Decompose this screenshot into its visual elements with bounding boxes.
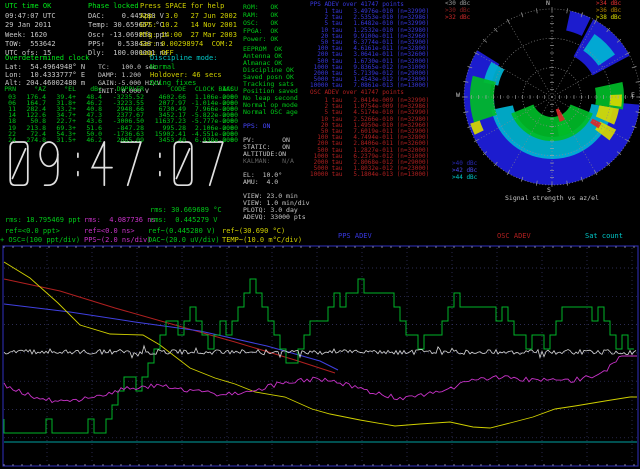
osc-adev-title: OSC ADEV over 41747 points — [310, 90, 404, 96]
ref-pps: ref=<0.0 ns> — [84, 228, 135, 235]
pps-adev-trace — [4, 304, 338, 370]
self-test-status: ROM: OK — [243, 4, 278, 11]
position-line: Lat: 54.4964948° N — [5, 64, 85, 71]
time-line: Week: 1620 — [5, 32, 47, 39]
sat-row-cell: 46.2 — [80, 137, 102, 144]
version-line: App: 3.0 27 Jun 2002 — [140, 13, 237, 20]
pps-trace — [4, 356, 637, 402]
discipline-line: Holdover: 46 secs — [150, 72, 222, 79]
scale-temp: TEMP~(10.0 m°C/div) — [222, 237, 302, 244]
version-line: Ser: 0.00298974 COM:2 — [140, 41, 233, 48]
scale-pps: PPS~(2.0 ns/div) — [84, 237, 151, 244]
time-line: 29 Jan 2011 — [5, 22, 51, 29]
rms-pps: rms: 4.087736 ns — [84, 217, 156, 224]
ring-tick — [483, 39, 487, 42]
osc-adev-row: 10000 tau 5.1804e-013 (n=13000) — [310, 172, 429, 178]
sat-col-header: ACCU — [218, 86, 238, 93]
time-line: TOW: 553642 — [5, 41, 56, 48]
pps-adev-row: 10000 tau 7.0861e-013 (n=13000) — [310, 83, 429, 89]
sat-row-cell: 3453.40 — [148, 137, 186, 144]
signal-blob — [609, 95, 622, 107]
dbc-legend: >44 dBc — [452, 175, 477, 181]
sat-col-header: DOPPLER — [104, 86, 144, 93]
ref-osc: ref=<0.0 ppt> — [5, 228, 60, 235]
ref-dac: ref~(0.445280 V) — [148, 228, 215, 235]
clock-digit — [203, 142, 223, 185]
self-test-status: Power: OK — [243, 36, 278, 43]
ring-tick — [507, 19, 510, 23]
clock-digit — [92, 142, 112, 185]
dbc-legend: >32 dBc — [445, 15, 470, 21]
sat-row-cell: 31.5+ — [50, 137, 76, 144]
compass-north: N — [546, 0, 550, 7]
clock-digit — [121, 142, 141, 185]
version-line: Mfg: 14:00 27 Mar 2003 — [140, 32, 237, 39]
loop-param: DAMP: 1.200 — [98, 72, 141, 79]
signal-blob — [470, 76, 497, 123]
compass-east: E — [631, 92, 635, 99]
sat-col-header: °EL — [50, 86, 76, 93]
time-line: 09:47:07 UTC — [5, 13, 56, 20]
history-plot[interactable] — [0, 244, 640, 469]
dbc-legend: >38 dBc — [596, 15, 621, 21]
ring-tick — [536, 8, 537, 13]
sat-row-cell: 274.8 — [18, 137, 46, 144]
ref-temp: ref~(30.690 °C) — [222, 228, 285, 235]
version-line: GPS: 10.2 14 Nov 2001 — [140, 22, 237, 29]
sat-row-cell: 24 — [4, 137, 16, 144]
self-test-status: FPGA: OK — [243, 28, 278, 35]
compass-west: W — [456, 92, 460, 99]
status-line: ADEVQ: 33000 pts — [243, 214, 306, 221]
clock-digit — [10, 142, 28, 185]
lady-heather-screen: UTC time OK Phase locked Press SPACE for… — [0, 0, 640, 469]
scale-dac: DAC~(20.0 uV/div) — [148, 237, 220, 244]
compass-south: S — [547, 187, 551, 194]
self-test-status: OSC: OK — [243, 20, 278, 27]
version-line: Log: OFF — [140, 50, 174, 57]
azimuth-line — [508, 21, 552, 97]
osc-adev-trace — [4, 279, 335, 373]
sat-col-header: CODE — [148, 86, 186, 93]
status-line: AMU: 4.0 — [243, 179, 278, 186]
plot-legend-pps-adev: PPS ADEV — [338, 233, 372, 240]
rms-osc: rms: 18.795469 ppt — [5, 217, 81, 224]
discipline-line: Normal — [150, 64, 175, 71]
ring-tick — [567, 8, 568, 13]
plot-legend-osc-adev: OSC ADEV — [497, 233, 531, 240]
sat-row-cell: 2065.09 — [104, 137, 144, 144]
position-line: Lon: 10.4333777° E — [5, 72, 85, 79]
status-line: PPS: ON — [243, 123, 270, 130]
loop-param: TC: 100.0 sec — [98, 64, 157, 71]
clock-digit — [40, 142, 58, 185]
sat-col-header: PRN — [4, 86, 16, 93]
rms-temp: rms: 30.669689 °C — [150, 207, 222, 214]
ring-tick — [521, 12, 523, 17]
status-line: KALMAN: N/A — [243, 158, 294, 165]
osc-trace — [4, 346, 636, 358]
sat-col-header: °AZ — [18, 86, 46, 93]
utc-status-title: UTC time OK — [5, 3, 51, 10]
clock-digit — [174, 142, 192, 185]
scale-osc: + OSC=(100 ppt/div) — [0, 237, 80, 244]
plot-legend-sat-count: Sat count — [585, 233, 623, 240]
ring-tick — [636, 81, 640, 82]
sat-col-header: dBc — [80, 86, 102, 93]
ring-tick — [632, 66, 637, 68]
time-line: UTC ofs: 15 — [5, 50, 51, 57]
rms-dac: rms: 0.445279 V — [150, 217, 217, 224]
sat-row-cell: 2.00 — [218, 137, 238, 144]
digital-clock — [6, 140, 246, 188]
polar-caption: Signal strength vs az/el — [505, 195, 599, 202]
self-test-status: RAM: OK — [243, 12, 278, 19]
help-hint: Press SPACE for help — [140, 3, 224, 10]
osc-status-title: Phase locked — [88, 3, 139, 10]
status-line: Normal OSC age — [243, 109, 298, 116]
